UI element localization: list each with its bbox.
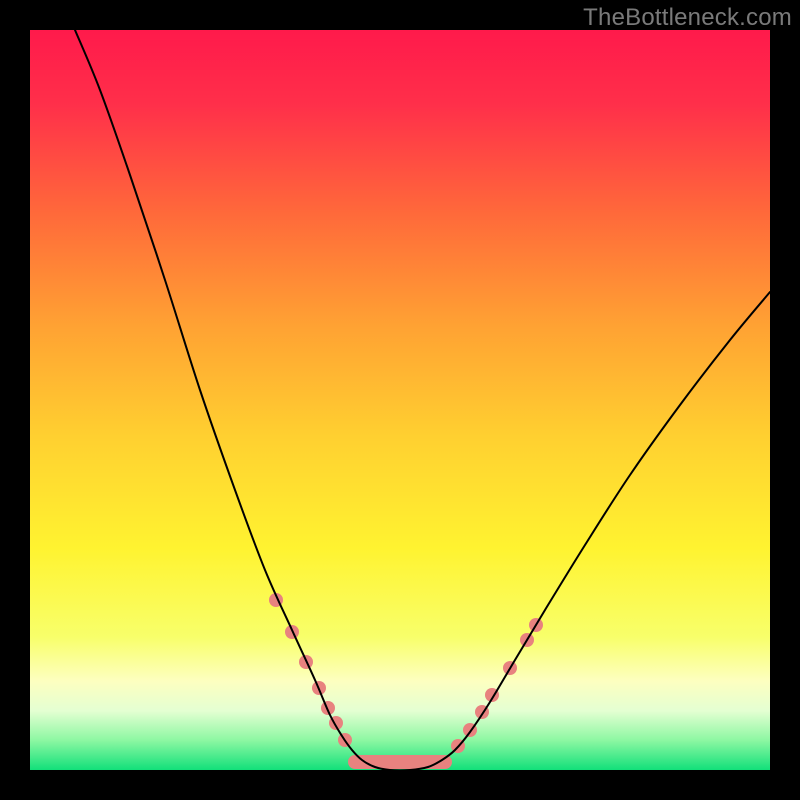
plot-area [30, 30, 770, 770]
gradient-background [30, 30, 770, 770]
bottleneck-chart [30, 30, 770, 770]
chart-frame: TheBottleneck.com [0, 0, 800, 800]
watermark-text: TheBottleneck.com [583, 4, 792, 32]
